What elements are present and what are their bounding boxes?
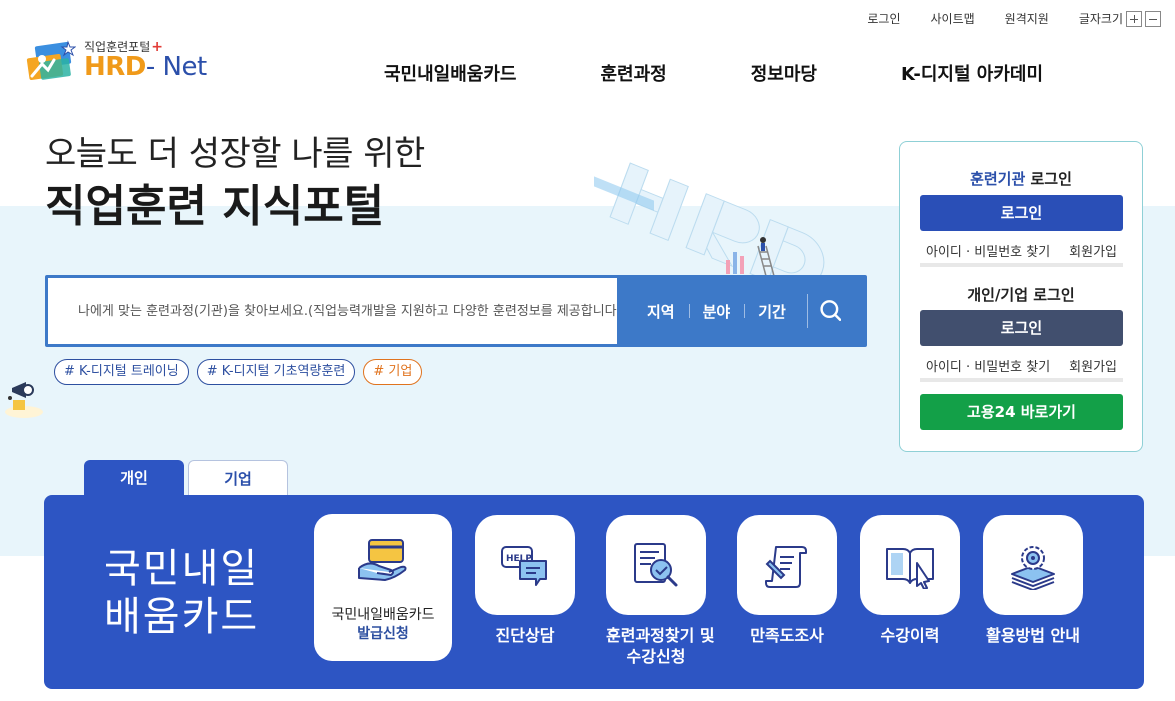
filter-field[interactable]: 분야 xyxy=(688,301,745,322)
nav-k-digital-academy[interactable]: K-디지털 아카데미 xyxy=(901,60,1043,86)
search-box xyxy=(48,278,617,344)
util-sitemap-link[interactable]: 사이트맵 xyxy=(930,10,974,27)
card-apply-tile[interactable]: 국민내일배움카드 발급신청 xyxy=(314,514,452,661)
filter-region[interactable]: 지역 xyxy=(633,301,689,322)
nav-training-course[interactable]: 훈련과정 xyxy=(600,60,666,86)
logo-mark-icon xyxy=(26,40,76,81)
guide-label: 활용방법 안내 xyxy=(986,626,1080,645)
survey-scroll-icon xyxy=(737,515,837,615)
util-login-link[interactable]: 로그인 xyxy=(867,10,900,27)
divider xyxy=(920,263,1123,267)
main-nav: 국민내일배움카드 훈련과정 정보마당 K-디지털 아카데미 xyxy=(384,60,1043,86)
font-size-label: 글자크기 xyxy=(1078,12,1123,26)
course-search-label: 훈련과정찾기 및 수강신청 xyxy=(606,626,715,666)
megaphone-icon xyxy=(5,382,43,418)
personal-signup-link[interactable]: 회원가입 xyxy=(1069,356,1117,375)
tag-k-digital-basic[interactable]: # K-디지털 기초역량훈련 xyxy=(196,359,356,385)
search-icon[interactable] xyxy=(807,294,841,328)
card-apply-label: 국민내일배움카드 발급신청 xyxy=(331,607,435,642)
search-input[interactable] xyxy=(48,278,617,344)
tab-personal[interactable]: 개인 xyxy=(84,460,184,496)
hrd-3d-illustration-icon xyxy=(594,162,825,286)
personal-login-title: 개인/기업 로그인 xyxy=(967,286,1075,304)
document-search-icon xyxy=(606,515,706,615)
org-login-links: 아이디 · 비밀번호 찾기 회원가입 xyxy=(920,241,1123,260)
divider xyxy=(920,378,1123,382)
history-label: 수강이력 xyxy=(880,626,940,645)
tag-company[interactable]: # 기업 xyxy=(363,359,423,385)
nav-naeil-card[interactable]: 국민내일배움카드 xyxy=(384,60,516,86)
org-login-button[interactable]: 로그인 xyxy=(920,195,1123,231)
course-search-bar: 지역 분야 기간 xyxy=(45,275,867,347)
hashtag-list: # K-디지털 트레이닝 # K-디지털 기초역량훈련 # 기업 xyxy=(54,359,430,385)
naeil-card-panel: 국민내일 배움카드 국민내일배움카드 발급신청 HELP 진단상담 훈련과정찾기… xyxy=(44,495,1144,689)
course-search-tile[interactable]: 훈련과정찾기 및 수강신청 xyxy=(606,515,715,667)
org-signup-link[interactable]: 회원가입 xyxy=(1069,241,1117,260)
org-find-account-link[interactable]: 아이디 · 비밀번호 찾기 xyxy=(926,241,1050,260)
logo-wordmark: HRD- Net xyxy=(84,52,207,82)
search-filters: 지역 분야 기간 xyxy=(633,275,800,347)
utility-bar: 로그인 사이트맵 원격지원 글자크기 xyxy=(837,10,1161,27)
hero-title: 직업훈련 지식포털 xyxy=(45,181,385,232)
survey-label: 만족도조사 xyxy=(750,626,824,645)
counsel-label: 진단상담 xyxy=(495,626,555,645)
personal-find-account-link[interactable]: 아이디 · 비밀번호 찾기 xyxy=(926,356,1050,375)
util-remote-link[interactable]: 원격지원 xyxy=(1005,10,1049,27)
personal-login-links: 아이디 · 비밀번호 찾기 회원가입 xyxy=(920,356,1123,375)
card-title: 국민내일 배움카드 xyxy=(104,546,260,640)
history-tile[interactable]: 수강이력 xyxy=(860,515,960,646)
tab-company[interactable]: 기업 xyxy=(188,460,288,496)
book-cursor-icon xyxy=(860,515,960,615)
hero-subtitle: 오늘도 더 성장할 나를 위한 xyxy=(45,134,425,174)
counsel-tile[interactable]: HELP 진단상담 xyxy=(475,515,575,646)
goyong24-button[interactable]: 고용24 바로가기 xyxy=(920,394,1123,430)
font-increase-icon[interactable] xyxy=(1126,10,1142,27)
tag-k-digital-training[interactable]: # K-디지털 트레이닝 xyxy=(54,359,189,385)
card-apply-icon xyxy=(314,514,452,604)
personal-login-button[interactable]: 로그인 xyxy=(920,310,1123,346)
gear-stack-icon xyxy=(983,515,1083,615)
site-logo[interactable]: 직업훈련포털+ HRD- Net xyxy=(24,36,224,86)
help-chat-icon: HELP xyxy=(475,515,575,615)
font-size-control: 글자크기 xyxy=(1079,10,1161,27)
font-decrease-icon[interactable] xyxy=(1145,10,1161,27)
survey-tile[interactable]: 만족도조사 xyxy=(737,515,837,646)
filter-period[interactable]: 기간 xyxy=(744,301,800,322)
login-panel: 훈련기관 로그인 로그인 아이디 · 비밀번호 찾기 회원가입 개인/기업 로그… xyxy=(899,141,1143,452)
org-login-title: 훈련기관 로그인 xyxy=(970,170,1072,188)
guide-tile[interactable]: 활용방법 안내 xyxy=(983,515,1083,646)
nav-info[interactable]: 정보마당 xyxy=(751,60,817,86)
